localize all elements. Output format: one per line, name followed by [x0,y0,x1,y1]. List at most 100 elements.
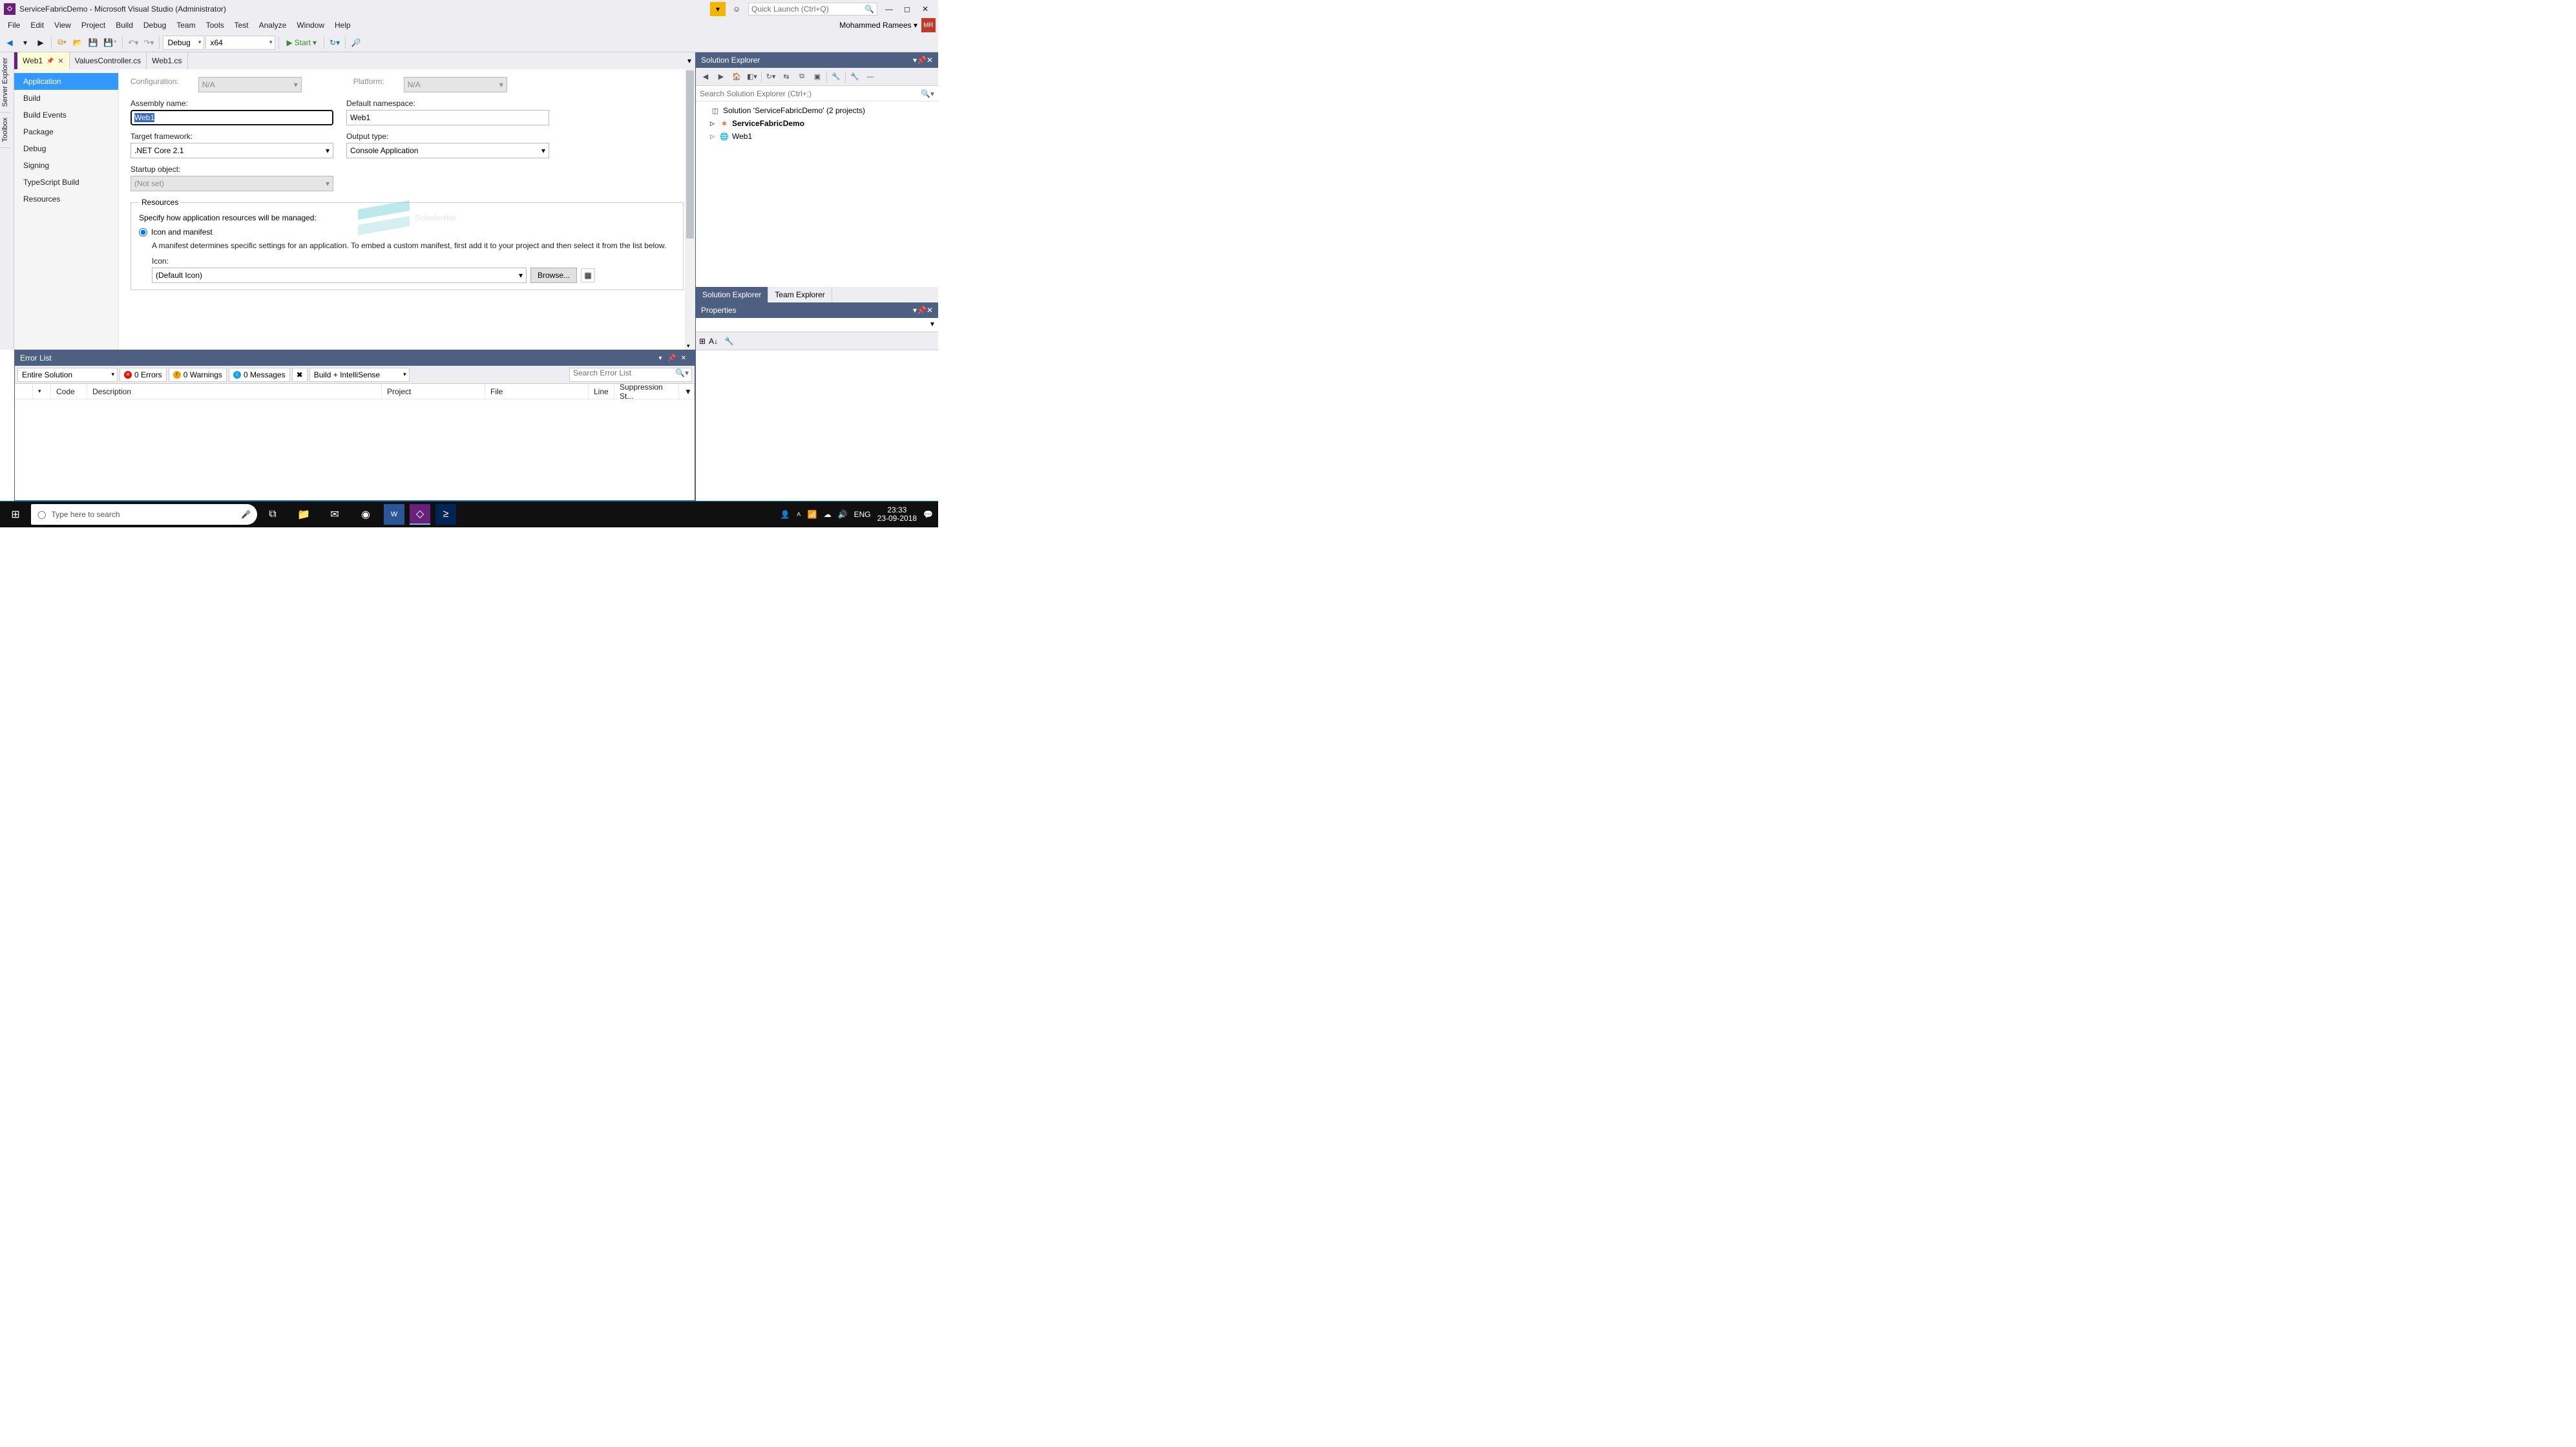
pin-icon[interactable]: 📌 [47,58,54,65]
col-suppression[interactable]: Suppression St... [614,384,679,399]
messages-filter[interactable]: i0 Messages [229,368,290,382]
menu-team[interactable]: Team [171,17,200,33]
visual-studio-icon[interactable]: ◇ [410,504,430,525]
icon-combo[interactable]: (Default Icon)▾ [152,268,527,283]
preview-button[interactable]: ▣ [811,70,824,83]
target-framework-combo[interactable]: .NET Core 2.1▾ [131,143,333,158]
minimize-button[interactable]: — [880,2,898,16]
task-view-button[interactable]: ⧉ [257,502,288,527]
error-scope-combo[interactable]: Entire Solution [17,368,118,382]
volume-icon[interactable]: 🔊 [838,510,848,519]
col-category[interactable]: ▾ [33,384,51,399]
doc-tab-overflow[interactable]: ▾ [684,52,695,69]
open-file-button[interactable]: 📂 [70,36,85,50]
mail-icon[interactable]: ✉ [319,502,350,527]
word-icon[interactable]: W [384,504,404,525]
col-filter-icon[interactable]: ▼ [679,384,695,399]
ptab-application[interactable]: Application [14,73,118,90]
tab-team-explorer[interactable]: Team Explorer [768,287,832,302]
refresh-button[interactable]: ↻▾ [764,70,777,83]
doc-tab-web1[interactable]: Web1 📌 ✕ [17,52,70,69]
user-avatar[interactable]: MR [921,18,936,32]
doc-tab-web1cs[interactable]: Web1.cs [147,52,187,69]
close-panel-icon[interactable]: ✕ [927,306,933,315]
properties-object-combo[interactable]: ▾ [696,318,938,332]
browse-icon-button[interactable]: Browse... [530,268,577,283]
toolbox-tab[interactable]: Toolbox [0,112,10,148]
taskbar-search[interactable]: ◯ Type here to search 🎤 [31,504,257,525]
powershell-icon[interactable]: ≥ [435,504,456,525]
menu-project[interactable]: Project [76,17,110,33]
start-button[interactable]: ⊞ [0,502,31,527]
tab-solution-explorer[interactable]: Solution Explorer [696,287,768,302]
default-namespace-input[interactable] [346,110,549,125]
menu-tools[interactable]: Tools [201,17,229,33]
alphabetical-button[interactable]: A↓ [709,337,718,346]
project-sf-node[interactable]: ▷ ✶ ServiceFabricDemo [696,117,938,130]
expand-icon[interactable]: ▷ [710,120,717,127]
wrench-button[interactable]: 🔧 [848,70,861,83]
ptab-signing[interactable]: Signing [14,157,118,174]
pin-icon[interactable]: 📌 [666,355,678,362]
vertical-scrollbar[interactable]: ▴ ▾ [685,69,695,350]
property-pages-button[interactable]: 🔧 [724,337,734,346]
solution-platform-combo[interactable]: x64 [205,36,275,50]
col-line[interactable]: Line [589,384,614,399]
close-panel-icon[interactable]: ✕ [927,56,933,65]
people-icon[interactable]: 👤 [780,510,790,519]
menu-build[interactable]: Build [110,17,138,33]
menu-view[interactable]: View [49,17,76,33]
solution-explorer-header[interactable]: Solution Explorer ▾ 📌 ✕ [696,52,938,68]
scrollbar-thumb[interactable] [686,70,694,238]
solution-config-combo[interactable]: Debug [163,36,204,50]
wifi-icon[interactable]: 📶 [808,510,817,519]
project-web1-node[interactable]: ▷ 🌐 Web1 [696,130,938,143]
window-menu-icon[interactable]: ▾ [654,355,666,362]
action-center-icon[interactable]: 💬 [923,510,933,519]
menu-test[interactable]: Test [229,17,254,33]
solution-explorer-search[interactable]: Search Solution Explorer (Ctrl+;) 🔍▾ [696,86,938,101]
error-list-search[interactable]: Search Error List🔍▾ [569,368,692,382]
clock[interactable]: 23:33 23-09-2018 [877,506,917,523]
save-all-button[interactable]: 💾⁺ [101,36,119,50]
close-button[interactable]: ✕ [916,2,934,16]
expand-icon[interactable]: ▷ [710,133,717,140]
menu-edit[interactable]: Edit [25,17,49,33]
ptab-debug[interactable]: Debug [14,140,118,157]
sync-button[interactable]: ◧▾ [746,70,759,83]
onedrive-icon[interactable]: ☁ [824,510,832,519]
close-panel-icon[interactable]: ✕ [678,355,689,362]
maximize-button[interactable]: ◻ [898,2,916,16]
assembly-name-input[interactable] [131,110,333,125]
ptab-build-events[interactable]: Build Events [14,107,118,123]
tray-overflow-icon[interactable]: ˄ [797,510,801,519]
back-button[interactable]: ◀ [699,70,712,83]
col-icon[interactable] [15,384,33,399]
output-type-combo[interactable]: Console Application▾ [346,143,549,158]
nav-fwd-button[interactable]: ▾ [18,36,32,50]
ptab-resources[interactable]: Resources [14,191,118,207]
categorized-button[interactable]: ⊞ [699,337,706,346]
home-button[interactable]: 🏠 [730,70,743,83]
menu-analyze[interactable]: Analyze [254,17,292,33]
nav-back-button[interactable]: ◀ [3,36,17,50]
properties-button[interactable]: 🔧 [830,70,843,83]
new-project-button[interactable]: ⧉▾ [55,36,69,50]
server-explorer-tab[interactable]: Server Explorer [0,52,10,112]
ptab-typescript[interactable]: TypeScript Build [14,174,118,191]
file-explorer-icon[interactable]: 📁 [288,502,319,527]
doc-tab-valuescontroller[interactable]: ValuesController.cs [70,52,147,69]
forward-button[interactable]: ▶ [715,70,728,83]
startup-object-combo[interactable]: (Not set)▾ [131,176,333,191]
redo-button[interactable]: ↷▾ [141,36,156,50]
show-all-button[interactable]: ⧉ [795,70,808,83]
ptab-build[interactable]: Build [14,90,118,107]
collapse-button[interactable]: ⇆ [780,70,793,83]
notifications-flag-icon[interactable]: ▾ [710,2,726,16]
view-button[interactable]: — [864,70,877,83]
warnings-filter[interactable]: !0 Warnings [169,368,227,382]
mic-icon[interactable]: 🎤 [241,510,251,519]
error-list-header[interactable]: Error List ▾ 📌 ✕ [15,350,695,366]
solution-node[interactable]: ◫ Solution 'ServiceFabricDemo' (2 projec… [696,104,938,117]
chrome-icon[interactable]: ◉ [350,502,381,527]
